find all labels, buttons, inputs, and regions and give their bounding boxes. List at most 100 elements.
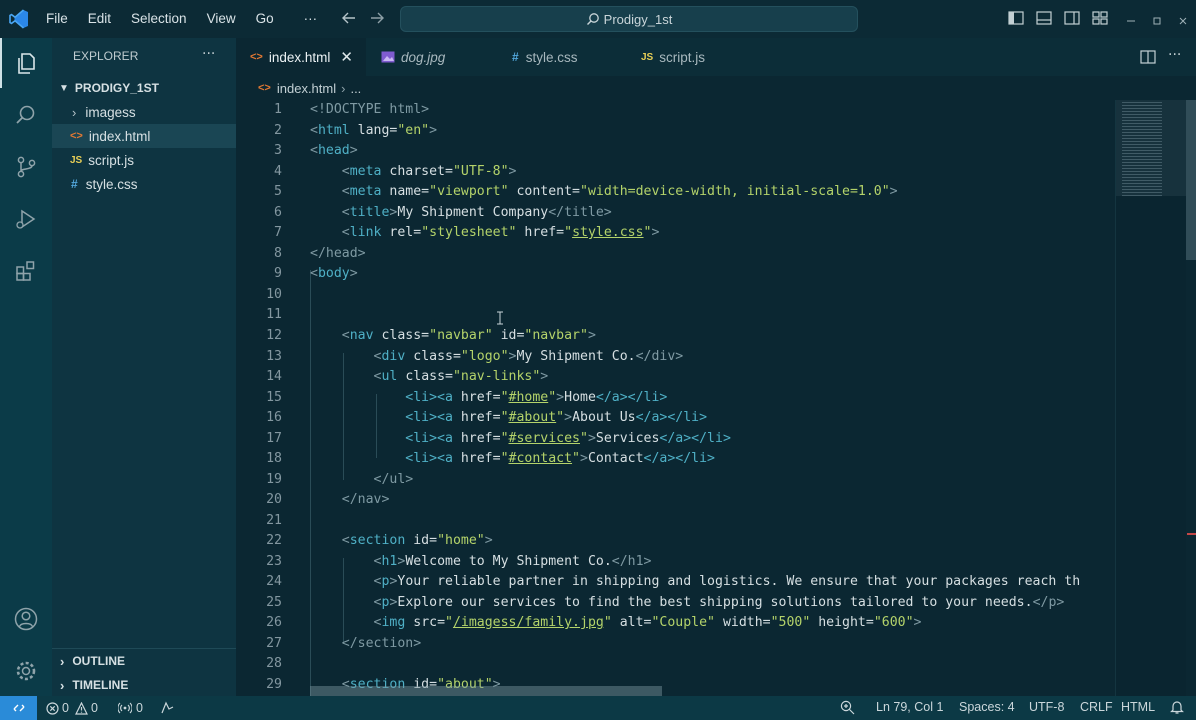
menu-selection[interactable]: Selection (121, 0, 197, 38)
source-control-icon[interactable] (0, 143, 52, 191)
broadcast-icon (118, 702, 132, 713)
tag: html (317, 123, 350, 138)
image-file-icon (381, 51, 395, 63)
code-line-12: <nav class="navbar" id="navbar"> (341, 328, 596, 343)
tab-label: index.html (268, 49, 331, 65)
tree-item-style-css[interactable]: # style.css (52, 172, 236, 196)
line-number: 14 (266, 369, 282, 384)
toggle-sidebar-icon[interactable] (1008, 10, 1024, 30)
code-line-5: <meta name="viewport" content="width=dev… (341, 184, 898, 199)
code-link[interactable]: #home (509, 390, 549, 405)
code-line-20: </nav> (341, 492, 390, 507)
back-arrow-icon[interactable] (340, 9, 358, 31)
line-number: 18 (266, 451, 282, 466)
line-number: 10 (266, 287, 282, 302)
toggle-secondary-sidebar-icon[interactable] (1064, 10, 1080, 30)
chevron-right-icon: › (60, 653, 65, 669)
vertical-scrollbar[interactable] (1186, 100, 1196, 260)
problems-indicator[interactable]: 0 0 (46, 696, 98, 720)
search-text: Prodigy_1st (603, 11, 673, 27)
indentation[interactable]: Spaces: 4 (959, 700, 1015, 714)
minimap-slider[interactable] (1116, 100, 1186, 196)
live-share-icon[interactable] (160, 701, 175, 718)
encoding[interactable]: UTF-8 (1029, 700, 1064, 714)
folder-header[interactable]: ▼ PRODIGY_1ST (52, 76, 236, 100)
toggle-panel-icon[interactable] (1036, 10, 1052, 30)
line-number: 19 (266, 472, 282, 487)
tree-item-index-html[interactable]: <> index.html (52, 124, 236, 148)
tree-item-label: script.js (88, 152, 134, 168)
zoom-icon[interactable] (840, 700, 855, 718)
tab-index-html[interactable]: <> index.html ✕ (236, 38, 366, 76)
tab-label: dog.jpg (401, 49, 446, 65)
code-link[interactable]: /imagess/family.jpg (453, 615, 604, 630)
code-link[interactable]: #about (509, 410, 557, 425)
close-window-icon[interactable] (1178, 12, 1188, 31)
breadcrumb-rest[interactable]: ... (350, 81, 361, 96)
tag: section (349, 533, 406, 548)
line-number: 7 (274, 225, 282, 240)
tree-item-label: index.html (88, 128, 151, 144)
tab-label: style.css (525, 49, 578, 65)
editor-more-button[interactable]: ··· (1168, 47, 1181, 63)
tag: h1 (381, 554, 398, 569)
code-line-4: <meta charset="UTF-8"> (341, 164, 517, 179)
end-of-line[interactable]: CRLF (1080, 700, 1113, 714)
line-number: 29 (266, 677, 282, 692)
html-file-icon: <> (70, 130, 83, 142)
explorer-icon[interactable] (0, 39, 52, 87)
code-line-18: <li><a href="#contact">Contact</a></li> (405, 451, 715, 466)
html-file-icon: <> (250, 51, 263, 63)
explorer-more-button[interactable]: ··· (202, 46, 215, 62)
cursor-position[interactable]: Ln 79, Col 1 (876, 700, 943, 714)
line-number: 12 (266, 328, 282, 343)
account-icon[interactable] (0, 595, 52, 643)
menu-more[interactable]: ··· (284, 0, 328, 38)
horizontal-scrollbar[interactable] (310, 686, 662, 696)
tab-dog-jpg[interactable]: dog.jpg (367, 38, 495, 76)
tree-item-imagess[interactable]: › imagess (52, 100, 236, 124)
code-line-1: <!DOCTYPE html> (310, 102, 429, 117)
menu-edit[interactable]: Edit (78, 0, 121, 38)
tag: <li><a (405, 390, 453, 405)
remote-button[interactable] (0, 696, 37, 720)
tree-item-script-js[interactable]: JS script.js (52, 148, 236, 172)
notifications-bell-icon[interactable] (1170, 700, 1184, 718)
tab-script-js[interactable]: JS script.js (625, 38, 753, 76)
code-link[interactable]: #services (509, 431, 580, 446)
manage-gear-icon[interactable] (0, 647, 52, 695)
code-editor[interactable]: 1 2 3 4 5 6 7 8 9 10 11 12 13 14 15 16 17 18 19 20 21 22 23 24 2… (236, 100, 1196, 696)
language-mode[interactable]: HTML (1121, 700, 1155, 714)
extensions-icon[interactable] (0, 247, 52, 295)
timeline-label: TIMELINE (72, 678, 129, 692)
line-number: 22 (266, 533, 282, 548)
menu-go[interactable]: Go (246, 0, 284, 38)
chevron-right-icon: › (72, 104, 77, 120)
command-center-search[interactable]: Prodigy_1st (400, 6, 858, 32)
menu-view[interactable]: View (197, 0, 246, 38)
restore-icon[interactable] (1152, 12, 1162, 31)
explorer-title: EXPLORER (73, 49, 139, 63)
code-link[interactable]: style.css (572, 225, 643, 240)
timeline-section[interactable]: › TIMELINE (52, 673, 236, 697)
minimize-icon[interactable] (1126, 12, 1136, 31)
tag: head (317, 143, 350, 158)
customize-layout-icon[interactable] (1092, 10, 1108, 30)
code-link[interactable]: #contact (509, 451, 573, 466)
forward-arrow-icon[interactable] (368, 9, 386, 31)
outline-section[interactable]: › OUTLINE (52, 649, 236, 673)
close-tab-icon[interactable]: ✕ (340, 48, 353, 66)
split-editor-icon[interactable] (1140, 49, 1156, 69)
breadcrumb-file[interactable]: index.html (277, 81, 336, 96)
minimap[interactable] (1115, 100, 1186, 696)
search-activity-icon[interactable] (0, 91, 52, 139)
ports-indicator[interactable]: 0 (118, 696, 143, 720)
html-file-icon: <> (258, 82, 271, 94)
breadcrumb: <> index.html › ... (236, 76, 1196, 100)
run-debug-icon[interactable] (0, 195, 52, 243)
menu-file[interactable]: File (36, 0, 78, 38)
tag: body (317, 266, 350, 281)
code-line-23: <h1>Welcome to My Shipment Co.</h1> (373, 554, 652, 569)
tab-style-css[interactable]: # style.css (496, 38, 624, 76)
warning-count: 0 (90, 701, 98, 715)
